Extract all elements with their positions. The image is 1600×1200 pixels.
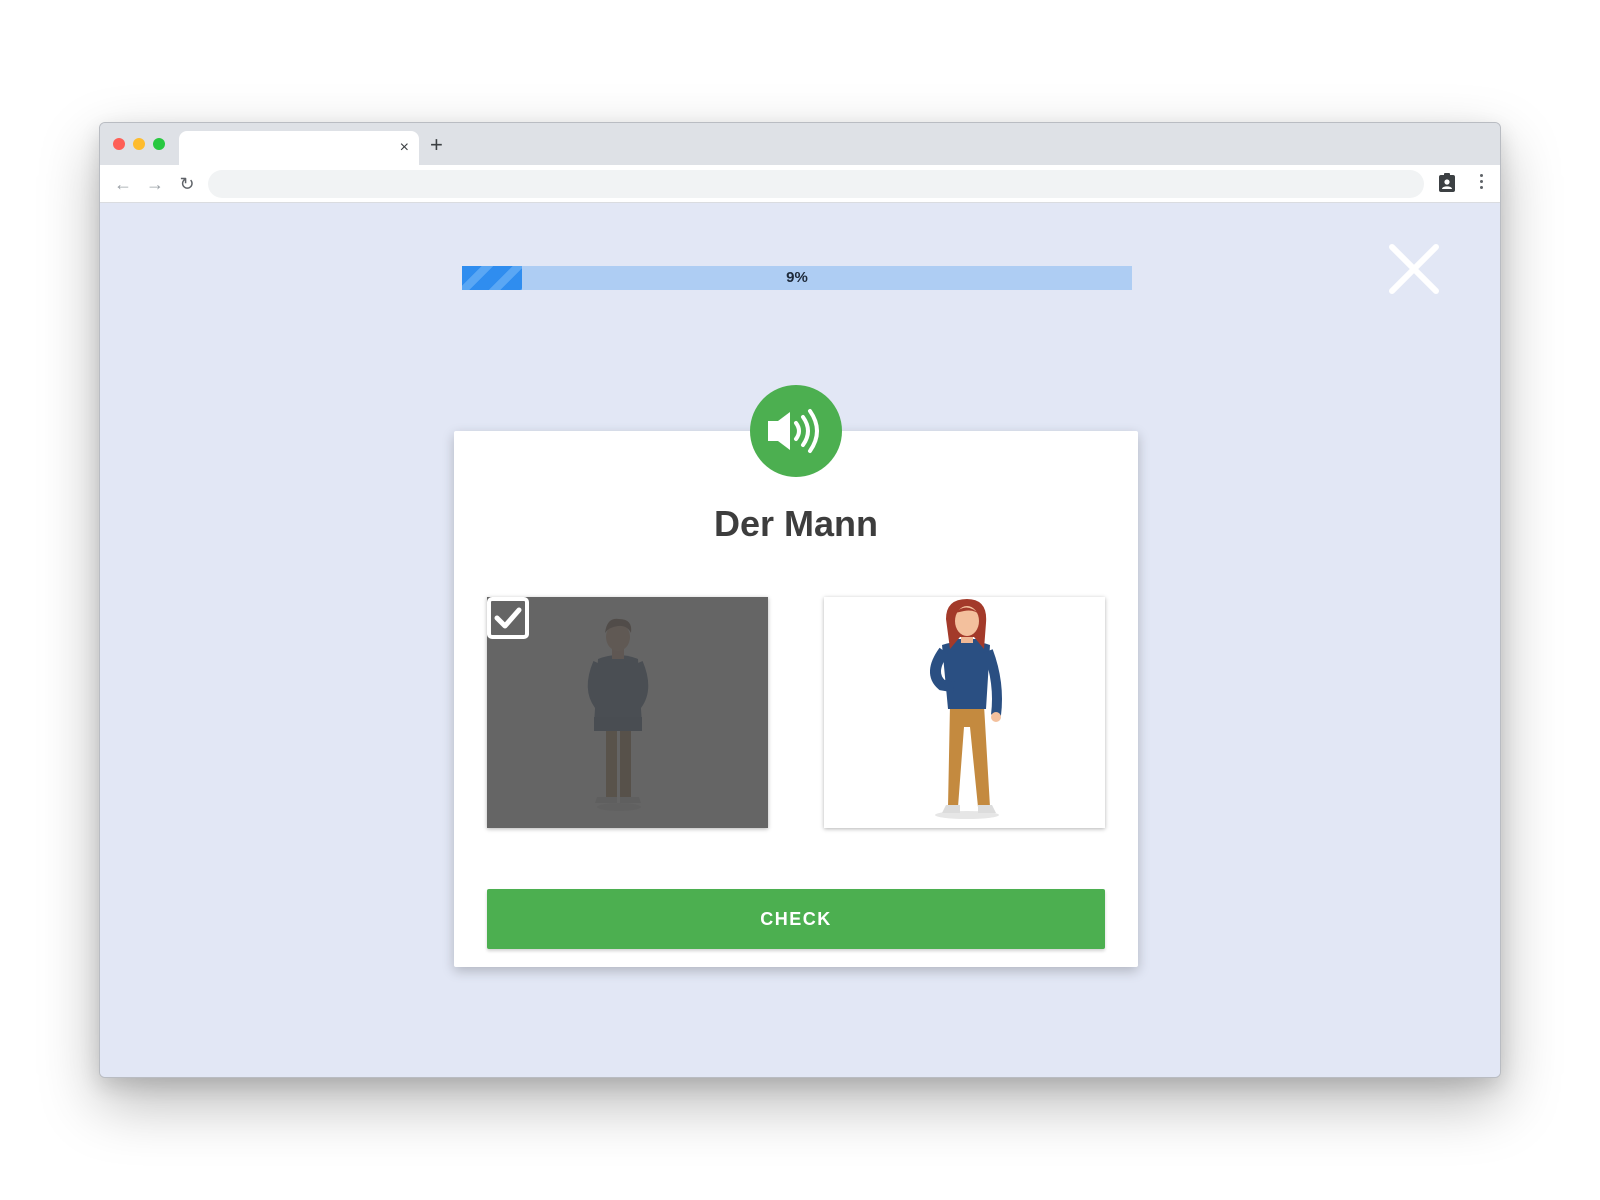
lesson-page: 9% Der Mann CHECK bbox=[100, 203, 1500, 1077]
exercise-card: Der Mann CHECK bbox=[454, 385, 1138, 967]
woman-illustration bbox=[930, 599, 1002, 819]
progress-label: 9% bbox=[786, 269, 808, 286]
option-man[interactable] bbox=[487, 597, 768, 828]
progress-bar: 9% bbox=[462, 266, 1132, 290]
tab-bar: × + bbox=[100, 123, 1500, 165]
target-word: Der Mann bbox=[713, 503, 879, 544]
back-icon[interactable]: ← bbox=[112, 173, 134, 195]
option-woman[interactable] bbox=[824, 597, 1105, 828]
checkbox-checked-icon bbox=[487, 597, 529, 639]
extension-icon[interactable] bbox=[1438, 173, 1456, 193]
menu-icon[interactable] bbox=[1478, 174, 1484, 192]
close-icon[interactable] bbox=[1386, 241, 1442, 297]
selected-overlay bbox=[487, 597, 768, 828]
reload-icon[interactable]: ↻ bbox=[176, 173, 198, 195]
check-button[interactable]: CHECK bbox=[487, 889, 1105, 949]
speaker-icon bbox=[768, 409, 819, 453]
browser-window: × + ← → ↻ 9% Der Mann CHECK bbox=[99, 122, 1501, 1078]
address-bar[interactable] bbox=[208, 170, 1424, 198]
window-maximize-dot[interactable] bbox=[153, 138, 165, 150]
browser-toolbar: ← → ↻ bbox=[100, 165, 1500, 203]
forward-icon[interactable]: → bbox=[144, 173, 166, 195]
window-close-dot[interactable] bbox=[113, 138, 125, 150]
window-minimize-dot[interactable] bbox=[133, 138, 145, 150]
new-tab-icon[interactable]: + bbox=[430, 133, 443, 157]
play-audio-button[interactable] bbox=[750, 385, 842, 477]
browser-tab[interactable]: × bbox=[179, 131, 419, 165]
tab-close-icon[interactable]: × bbox=[400, 139, 409, 157]
